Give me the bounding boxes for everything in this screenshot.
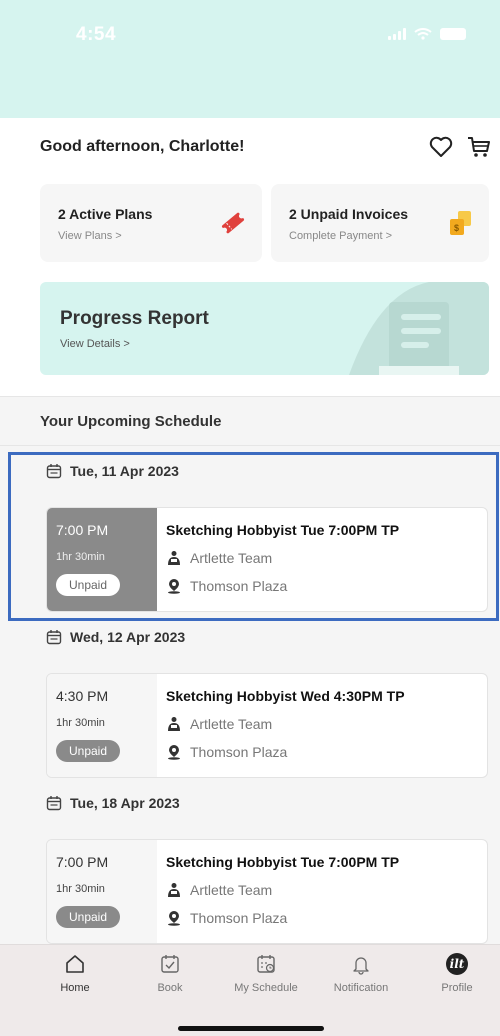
location-pin-icon [168, 911, 180, 926]
session-team: Artlette Team [190, 550, 273, 566]
cart-icon[interactable] [466, 134, 492, 160]
calendar-check-icon [161, 955, 179, 973]
session-card[interactable]: 4:30 PM 1hr 30min Unpaid Sketching Hobby… [46, 673, 488, 778]
greeting-row: Good afternoon, Charlotte! [0, 118, 500, 178]
heart-icon[interactable] [428, 134, 454, 160]
schedule-icon [257, 955, 275, 973]
session-team-row: Artlette Team [166, 882, 272, 898]
session-duration: 1hr 30min [56, 883, 105, 895]
session-title: Sketching Hobbyist Wed 4:30PM TP [166, 688, 405, 704]
session-time: 7:00 PM [56, 854, 109, 870]
unpaid-invoices-card[interactable]: 2 Unpaid Invoices Complete Payment > $ [271, 184, 489, 262]
active-plans-card[interactable]: 2 Active Plans View Plans > [40, 184, 262, 262]
bell-icon [353, 957, 369, 975]
payment-status-badge: Unpaid [56, 906, 120, 928]
payment-status-badge: Unpaid [56, 740, 120, 762]
calendar-icon [46, 796, 62, 811]
date-label: Wed, 12 Apr 2023 [70, 629, 186, 645]
avatar-icon: ilt [446, 953, 468, 975]
session-card[interactable]: 7:00 PM 1hr 30min Unpaid Sketching Hobby… [46, 839, 488, 944]
session-team-row: Artlette Team [166, 550, 272, 566]
session-team: Artlette Team [190, 716, 273, 732]
nav-profile[interactable]: ilt Profile [412, 953, 500, 994]
nav-my-schedule[interactable]: My Schedule [221, 953, 311, 994]
nav-profile-label: Profile [441, 982, 473, 994]
header-band: 4:54 [0, 0, 500, 118]
session-time-panel: 7:00 PM 1hr 30min Unpaid [47, 840, 157, 943]
nav-book[interactable]: Book [125, 953, 215, 994]
date-label: Tue, 18 Apr 2023 [70, 795, 180, 811]
coins-icon: $ [450, 211, 471, 235]
active-plans-title: 2 Active Plans [58, 206, 153, 222]
wifi-icon [414, 28, 432, 40]
battery-icon [440, 28, 466, 40]
signal-icon [388, 28, 406, 40]
session-team-row: Artlette Team [166, 716, 272, 732]
svg-text:$: $ [454, 223, 459, 233]
nav-notification-label: Notification [333, 982, 389, 994]
date-label: Tue, 11 Apr 2023 [70, 463, 179, 479]
session-title: Sketching Hobbyist Tue 7:00PM TP [166, 522, 400, 538]
session-location: Thomson Plaza [190, 578, 288, 594]
session-title: Sketching Hobbyist Tue 7:00PM TP [166, 854, 400, 870]
session-location-row: Thomson Plaza [166, 578, 287, 594]
session-card[interactable]: 7:00 PM 1hr 30min Unpaid Sketching Hobby… [46, 507, 488, 612]
payment-status-badge: Unpaid [56, 574, 120, 596]
nav-book-label: Book [157, 982, 183, 994]
session-time: 4:30 PM [56, 688, 109, 704]
calendar-icon [46, 630, 62, 645]
greeting-text: Good afternoon, Charlotte! [40, 138, 245, 155]
session-location-row: Thomson Plaza [166, 744, 287, 760]
nav-home[interactable]: Home [30, 953, 120, 994]
home-icon [66, 955, 84, 973]
calendar-icon [46, 464, 62, 479]
ticket-icon [221, 212, 245, 234]
complete-payment-link[interactable]: Complete Payment > [289, 230, 392, 242]
nav-my-schedule-label: My Schedule [234, 982, 298, 994]
session-time-panel: 7:00 PM 1hr 30min Unpaid [47, 508, 157, 611]
unpaid-invoices-title: 2 Unpaid Invoices [289, 206, 409, 222]
session-duration: 1hr 30min [56, 551, 105, 563]
location-pin-icon [168, 745, 180, 760]
upcoming-schedule-header: Your Upcoming Schedule [0, 396, 500, 446]
app-screen: 4:54 Good afternoon, Charlotte! 2 Active… [0, 0, 500, 1036]
report-illustration [349, 282, 489, 375]
nav-notification[interactable]: Notification [316, 953, 406, 994]
progress-report-title: Progress Report [60, 308, 209, 329]
date-row: Tue, 11 Apr 2023 [46, 460, 179, 482]
session-duration: 1hr 30min [56, 717, 105, 729]
nav-home-label: Home [60, 982, 90, 994]
session-team: Artlette Team [190, 882, 273, 898]
home-indicator [178, 1026, 324, 1031]
teacher-icon [168, 883, 180, 897]
session-time-panel: 4:30 PM 1hr 30min Unpaid [47, 674, 157, 777]
location-pin-icon [168, 579, 180, 594]
view-plans-link[interactable]: View Plans > [58, 230, 122, 242]
session-location: Thomson Plaza [190, 744, 288, 760]
date-row: Tue, 18 Apr 2023 [46, 792, 180, 814]
session-time: 7:00 PM [56, 522, 109, 538]
upcoming-schedule-title: Your Upcoming Schedule [40, 413, 222, 430]
status-icons [388, 28, 466, 40]
teacher-icon [168, 551, 180, 565]
date-row: Wed, 12 Apr 2023 [46, 626, 185, 648]
teacher-icon [168, 717, 180, 731]
bottom-nav: Home Book My Schedule Notification ilt P… [0, 944, 500, 1036]
session-location: Thomson Plaza [190, 910, 288, 926]
session-location-row: Thomson Plaza [166, 910, 287, 926]
progress-report-card[interactable]: Progress Report View Details > [40, 282, 489, 375]
view-details-link[interactable]: View Details > [60, 338, 130, 350]
status-time: 4:54 [76, 24, 117, 45]
